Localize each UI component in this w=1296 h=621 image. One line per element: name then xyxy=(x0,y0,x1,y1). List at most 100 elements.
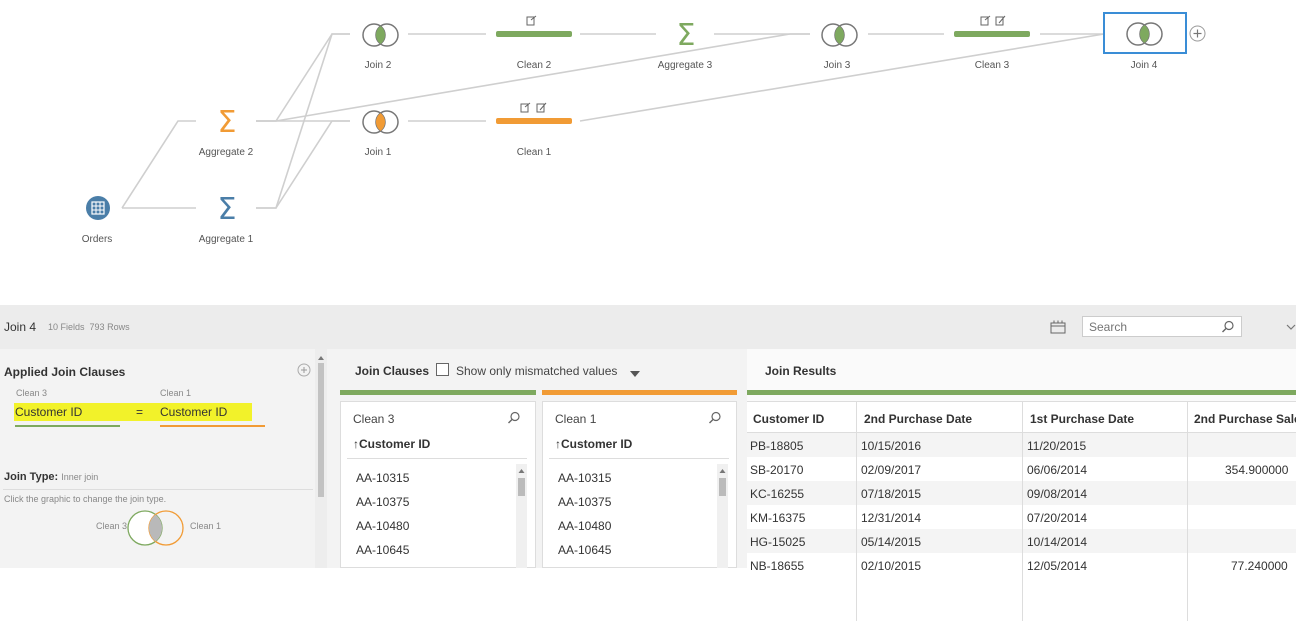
list-item[interactable]: AA-10315 xyxy=(356,471,409,485)
join-type-venn[interactable] xyxy=(126,509,188,552)
left-underline xyxy=(15,425,120,427)
search-icon xyxy=(1222,320,1234,333)
grid-view-icon xyxy=(1050,320,1066,334)
orders-node[interactable] xyxy=(86,196,110,225)
clean-3-node[interactable] xyxy=(954,15,1030,44)
add-step-button[interactable] xyxy=(1189,25,1206,47)
join-clause-row[interactable]: Customer ID = Customer ID xyxy=(14,402,274,427)
table-cell: 10/15/2016 xyxy=(861,439,922,453)
node-label: Clean 2 xyxy=(516,60,552,71)
scroll-thumb[interactable] xyxy=(719,478,726,496)
add-clause-button[interactable] xyxy=(297,363,311,382)
list-field[interactable]: ↑Customer ID xyxy=(555,437,632,451)
table-cell: 11/20/2015 xyxy=(1027,439,1087,453)
sigma-icon: Σ xyxy=(677,18,696,53)
divider xyxy=(549,458,729,459)
inner-join-icon xyxy=(362,110,399,134)
table-cell: NB-18655 xyxy=(750,559,805,573)
clause-operator: = xyxy=(136,405,144,419)
flow-canvas[interactable]: Orders Σ Aggregate 2 Σ Aggregate 1 Join … xyxy=(0,0,1296,305)
step-panel-header: Join 4 10 Fields 793 Rows xyxy=(0,305,1296,349)
table-cell: 07/20/2014 xyxy=(1027,511,1088,525)
column-separator xyxy=(1022,402,1023,621)
table-cell: 77.240000 xyxy=(1231,559,1288,573)
search-input[interactable] xyxy=(1089,320,1219,334)
table-cell: SB-20170 xyxy=(750,463,804,477)
list-scrollbar[interactable] xyxy=(516,464,527,568)
divider xyxy=(347,458,527,459)
right-underline xyxy=(160,425,265,427)
aggregate-1-node[interactable]: Σ xyxy=(214,192,240,228)
step-panel: Applied Join Clauses Clean 3 Clean 1 Cus… xyxy=(0,349,1296,621)
column-separator xyxy=(1187,402,1188,621)
aggregate-2-node[interactable]: Σ xyxy=(214,105,240,141)
sigma-icon: Σ xyxy=(218,192,237,227)
node-label: Aggregate 3 xyxy=(657,60,713,71)
column-separator xyxy=(856,402,857,621)
list-item[interactable]: AA-10645 xyxy=(356,543,409,557)
aggregate-3-node[interactable]: Σ xyxy=(673,18,699,54)
search-box[interactable] xyxy=(1082,316,1242,337)
join-4-node[interactable] xyxy=(1103,12,1187,54)
plus-circle-icon xyxy=(297,363,311,377)
join-2-node[interactable] xyxy=(360,22,402,53)
search-icon[interactable] xyxy=(507,411,521,425)
column-header[interactable]: 1st Purchase Date xyxy=(1030,412,1134,426)
scroll-thumb[interactable] xyxy=(318,363,324,497)
applied-clauses-title: Applied Join Clauses xyxy=(4,365,126,379)
list-item[interactable]: AA-10480 xyxy=(558,519,611,533)
table-cell: 02/10/2015 xyxy=(861,559,922,573)
venn-diagram-icon xyxy=(127,510,184,546)
list-item[interactable]: AA-10375 xyxy=(558,495,611,509)
clean-step-icon xyxy=(496,15,572,37)
table-cell: KC-16255 xyxy=(750,487,805,501)
table-cell: 09/08/2014 xyxy=(1027,487,1088,501)
join-clauses-pane: Join Clauses Show only mismatched values… xyxy=(337,349,740,568)
column-header[interactable]: 2nd Purchase Date xyxy=(864,412,972,426)
venn-left-label: Clean 3 xyxy=(96,521,128,531)
join-3-node[interactable] xyxy=(819,22,861,53)
list-item[interactable]: AA-10645 xyxy=(558,543,611,557)
list-item[interactable]: AA-10480 xyxy=(356,519,409,533)
chevron-down-icon xyxy=(1286,324,1296,330)
list-scrollbar[interactable] xyxy=(717,464,728,568)
column-header[interactable]: 2nd Purchase Sale xyxy=(1194,412,1296,426)
search-icon[interactable] xyxy=(708,411,722,425)
list-field[interactable]: ↑Customer ID xyxy=(353,437,430,451)
clean-2-node[interactable] xyxy=(496,15,572,44)
clean-1-node[interactable] xyxy=(496,102,572,131)
join-type-value: Inner join xyxy=(61,472,99,482)
left-pane-scrollbar[interactable] xyxy=(315,349,327,568)
join-1-node[interactable] xyxy=(360,109,402,140)
list-item[interactable]: AA-10315 xyxy=(558,471,611,485)
divider xyxy=(3,489,313,490)
join-type-hint: Click the graphic to change the join typ… xyxy=(4,494,167,504)
column-header[interactable]: Customer ID xyxy=(753,412,824,426)
step-meta: 10 Fields 793 Rows xyxy=(48,322,130,332)
node-label: Join 4 xyxy=(1130,60,1158,71)
mismatch-checkbox[interactable] xyxy=(436,363,449,376)
clean-step-icon xyxy=(496,102,572,124)
left-values-list: Clean 3 ↑Customer ID AA-10315 AA-10375 A… xyxy=(340,401,536,568)
mismatch-dropdown[interactable] xyxy=(630,366,641,384)
node-label: Join 3 xyxy=(823,60,851,71)
table-cell: KM-16375 xyxy=(750,511,806,525)
table-cell: 07/18/2015 xyxy=(861,487,922,501)
list-item[interactable]: AA-10375 xyxy=(356,495,409,509)
right-color-bar xyxy=(542,390,737,395)
svg-text:Σ: Σ xyxy=(677,19,696,49)
node-label: Aggregate 1 xyxy=(198,234,254,245)
node-label: Clean 1 xyxy=(516,147,552,158)
scroll-thumb[interactable] xyxy=(518,478,525,496)
field-count: 10 Fields xyxy=(48,322,85,332)
join-results-title: Join Results xyxy=(765,364,837,378)
column-view-button[interactable] xyxy=(1050,320,1066,339)
table-cell: 02/09/2017 xyxy=(861,463,922,477)
right-field: Customer ID xyxy=(160,405,228,419)
row-count: 793 Rows xyxy=(89,322,130,332)
clean-step-icon xyxy=(954,15,1030,37)
caret-down-icon xyxy=(630,371,640,377)
table-cell: PB-18805 xyxy=(750,439,804,453)
panel-menu-chevron[interactable] xyxy=(1286,319,1296,337)
table-cell: 354.900000 xyxy=(1225,463,1289,477)
